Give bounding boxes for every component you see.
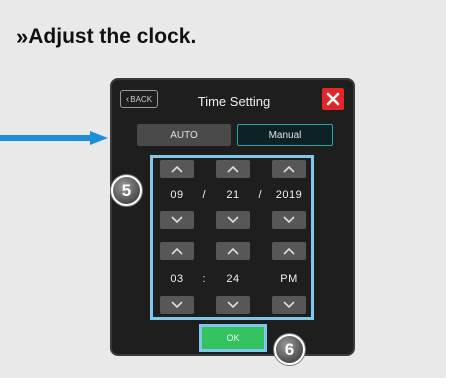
step-6-callout: 6 (274, 334, 305, 365)
close-icon (326, 92, 340, 106)
back-chevron-icon: ‹ (125, 93, 130, 105)
double-chevron-icon: » (16, 24, 28, 49)
back-label: BACK (130, 94, 153, 104)
back-button[interactable]: ‹ BACK (120, 90, 158, 108)
step-5-callout: 5 (111, 175, 142, 206)
adjuster-highlight-frame (150, 155, 314, 320)
ok-button[interactable]: OK (202, 327, 264, 349)
pointer-arrow-icon (0, 131, 108, 145)
screen-title: Time Setting (197, 93, 271, 109)
close-button[interactable] (322, 88, 344, 110)
instruction-text: Adjust the clock. (28, 25, 197, 48)
manual-mode-button[interactable]: Manual (237, 124, 333, 146)
auto-mode-button[interactable]: AUTO (137, 124, 231, 146)
instruction-heading: » Adjust the clock. (16, 24, 196, 50)
